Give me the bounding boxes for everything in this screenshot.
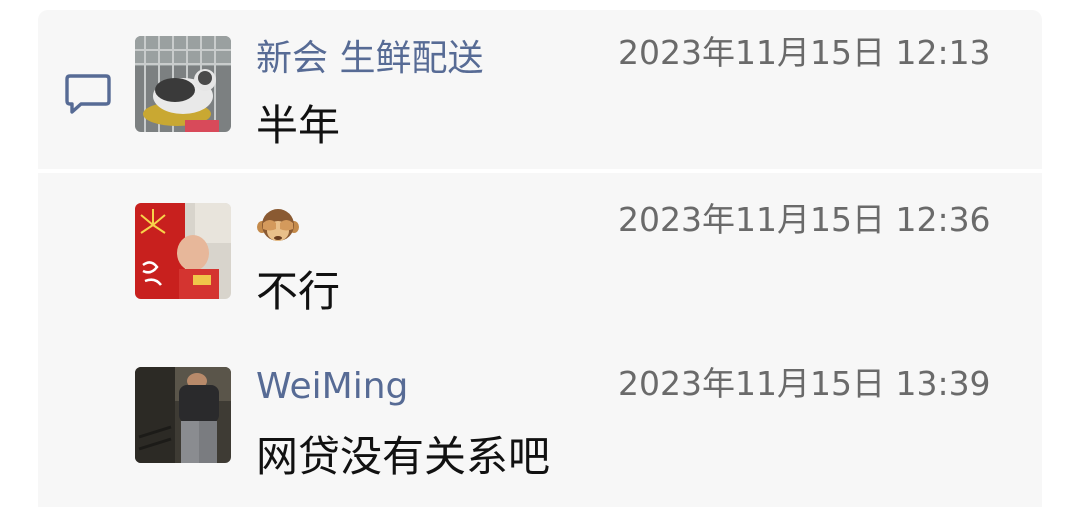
divider — [38, 169, 1042, 173]
comment-text: 不行 — [256, 267, 341, 316]
avatar[interactable] — [135, 36, 231, 132]
comment-icon — [64, 72, 112, 116]
comment-text: 网贷没有关系吧 — [256, 432, 551, 481]
comment-timestamp: 2023年11月15日 12:13 — [618, 33, 991, 72]
comment-text: 半年 — [256, 101, 341, 150]
see-no-evil-monkey-emoji[interactable] — [256, 205, 300, 249]
comment-author[interactable]: WeiMing — [256, 365, 408, 409]
comment-author[interactable]: 新会 生鲜配送 — [256, 37, 483, 81]
avatar[interactable] — [135, 203, 231, 299]
comment-timestamp: 2023年11月15日 12:36 — [618, 200, 991, 239]
avatar[interactable] — [135, 367, 231, 463]
comment-timestamp: 2023年11月15日 13:39 — [618, 364, 991, 403]
